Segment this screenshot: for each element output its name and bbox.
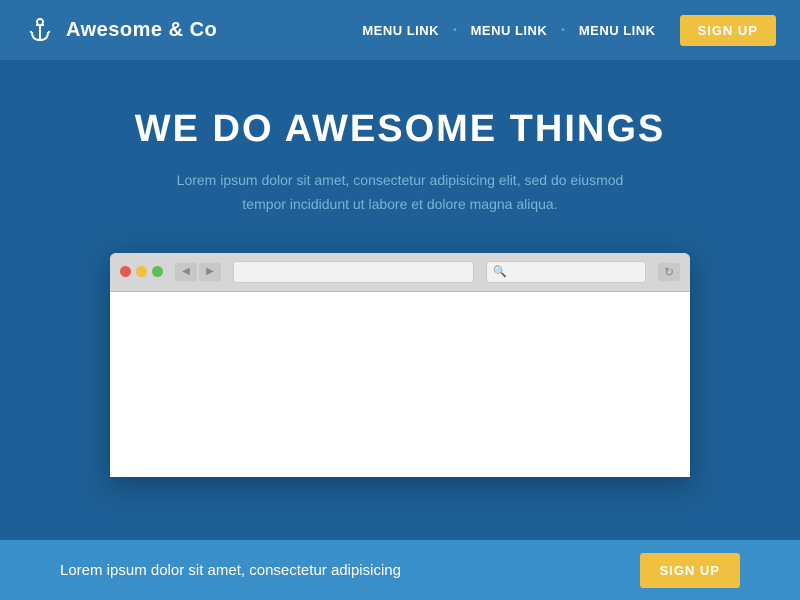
anchor-icon xyxy=(24,14,56,46)
browser-mockup: ◀ ▶ 🔍 ↻ xyxy=(110,253,690,477)
browser-dots xyxy=(120,266,163,277)
signup-button-nav[interactable]: SIGN UP xyxy=(680,15,776,46)
hero-section: WE DO AWESOME THINGS Lorem ipsum dolor s… xyxy=(0,60,800,540)
hero-title: WE DO AWESOME THINGS xyxy=(135,108,666,151)
dot-green[interactable] xyxy=(152,266,163,277)
brand-logo[interactable]: Awesome & Co xyxy=(24,14,217,46)
nav-links: MENU LINK • MENU LINK • MENU LINK SIGN U… xyxy=(354,15,776,46)
browser-nav-buttons: ◀ ▶ xyxy=(175,263,221,281)
address-bar[interactable] xyxy=(233,261,474,283)
navbar: Awesome & Co MENU LINK • MENU LINK • MEN… xyxy=(0,0,800,60)
search-icon: 🔍 xyxy=(493,265,507,278)
dot-yellow[interactable] xyxy=(136,266,147,277)
nav-dot-1: • xyxy=(453,25,457,36)
nav-link-2[interactable]: MENU LINK xyxy=(463,19,556,42)
forward-button[interactable]: ▶ xyxy=(199,263,221,281)
dot-red[interactable] xyxy=(120,266,131,277)
signup-button-footer[interactable]: SIGN UP xyxy=(640,553,740,588)
brand-name: Awesome & Co xyxy=(66,19,217,42)
nav-dot-2: • xyxy=(561,25,565,36)
nav-link-3[interactable]: MENU LINK xyxy=(571,19,664,42)
footer-text: Lorem ipsum dolor sit amet, consectetur … xyxy=(60,562,401,579)
browser-toolbar: ◀ ▶ 🔍 ↻ xyxy=(110,253,690,292)
hero-subtitle: Lorem ipsum dolor sit amet, consectetur … xyxy=(170,169,630,217)
back-button[interactable]: ◀ xyxy=(175,263,197,281)
reload-button[interactable]: ↻ xyxy=(658,263,680,281)
search-bar[interactable]: 🔍 xyxy=(486,261,646,283)
browser-content xyxy=(110,292,690,477)
nav-link-1[interactable]: MENU LINK xyxy=(354,19,447,42)
footer-bar: Lorem ipsum dolor sit amet, consectetur … xyxy=(0,540,800,600)
